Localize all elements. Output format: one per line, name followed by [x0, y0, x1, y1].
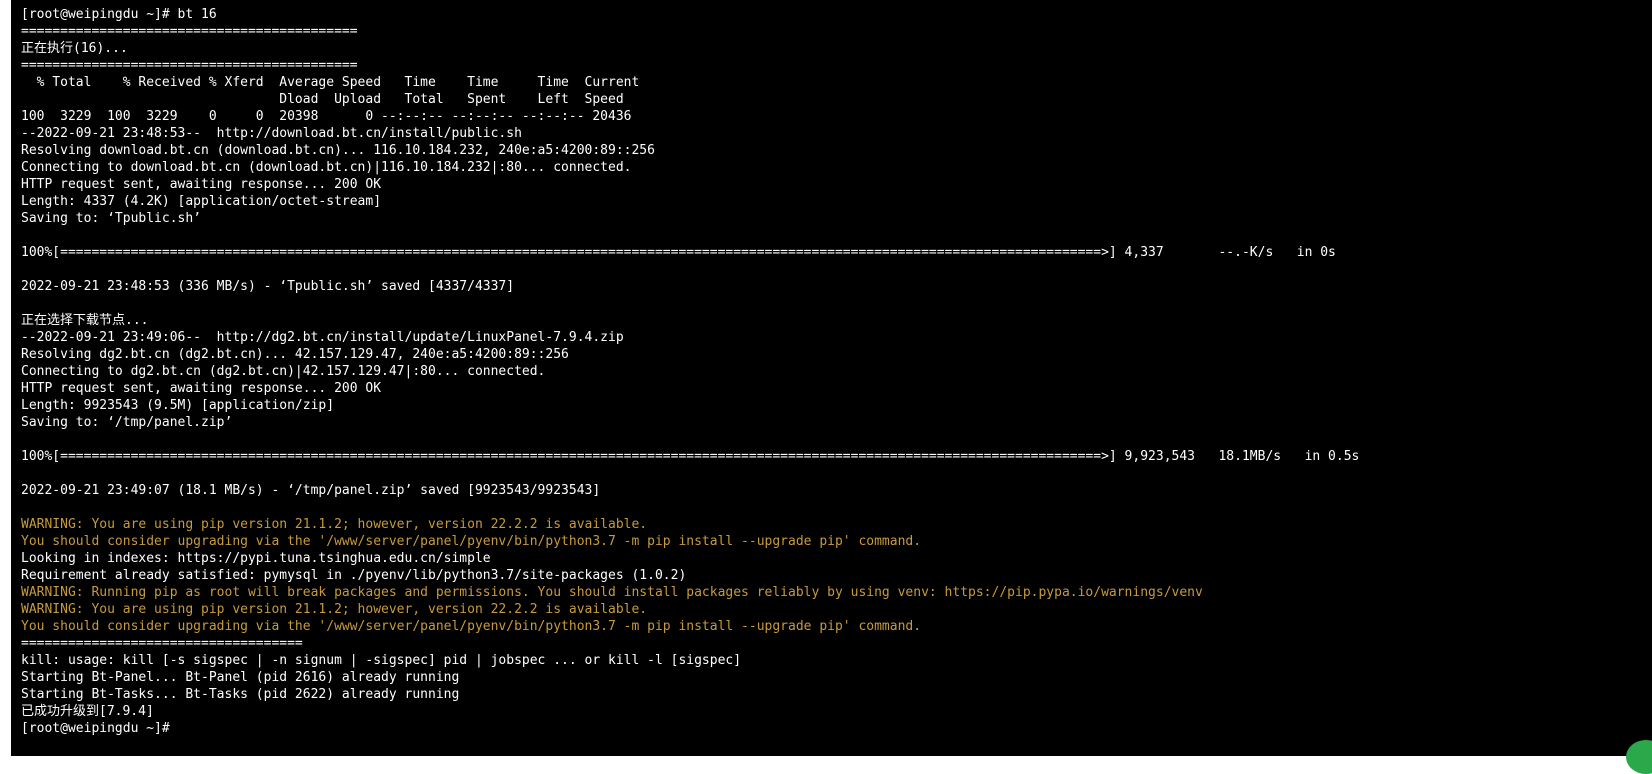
terminal-line: 2022-09-21 23:48:53 (336 MB/s) - ‘Tpubli… [21, 278, 1652, 295]
terminal-window[interactable]: [root@weipingdu ~]# bt 16===============… [11, 0, 1652, 756]
terminal-line: 已成功升级到[7.9.4] [21, 703, 1652, 720]
terminal-line: [root@weipingdu ~]# bt 16 [21, 6, 1652, 23]
terminal-line: Length: 4337 (4.2K) [application/octet-s… [21, 193, 1652, 210]
terminal-line: Resolving dg2.bt.cn (dg2.bt.cn)... 42.15… [21, 346, 1652, 363]
terminal-line [21, 431, 1652, 448]
terminal-output: [root@weipingdu ~]# bt 16===============… [21, 6, 1652, 737]
terminal-line: Starting Bt-Tasks... Bt-Tasks (pid 2622)… [21, 686, 1652, 703]
terminal-line: 正在选择下载节点... [21, 312, 1652, 329]
terminal-line: Resolving download.bt.cn (download.bt.cn… [21, 142, 1652, 159]
terminal-line: Connecting to download.bt.cn (download.b… [21, 159, 1652, 176]
floating-action-icon[interactable] [1626, 740, 1652, 774]
terminal-line: Saving to: ‘Tpublic.sh’ [21, 210, 1652, 227]
terminal-line: Looking in indexes: https://pypi.tuna.ts… [21, 550, 1652, 567]
terminal-line [21, 261, 1652, 278]
terminal-line: 100%[===================================… [21, 244, 1652, 261]
terminal-line: --2022-09-21 23:49:06-- http://dg2.bt.cn… [21, 329, 1652, 346]
terminal-line: 2022-09-21 23:49:07 (18.1 MB/s) - ‘/tmp/… [21, 482, 1652, 499]
terminal-line: Connecting to dg2.bt.cn (dg2.bt.cn)|42.1… [21, 363, 1652, 380]
terminal-line [21, 465, 1652, 482]
terminal-line: 正在执行(16)... [21, 40, 1652, 57]
terminal-line: Requirement already satisfied: pymysql i… [21, 567, 1652, 584]
terminal-line: ==================================== [21, 635, 1652, 652]
terminal-line: Starting Bt-Panel... Bt-Panel (pid 2616)… [21, 669, 1652, 686]
terminal-warning-line: You should consider upgrading via the '/… [21, 533, 1652, 550]
terminal-warning-line: WARNING: You are using pip version 21.1.… [21, 601, 1652, 618]
terminal-line: 100 3229 100 3229 0 0 20398 0 --:--:-- -… [21, 108, 1652, 125]
terminal-line: --2022-09-21 23:48:53-- http://download.… [21, 125, 1652, 142]
terminal-line: kill: usage: kill [-s sigspec | -n signu… [21, 652, 1652, 669]
terminal-warning-line: You should consider upgrading via the '/… [21, 618, 1652, 635]
terminal-line [21, 499, 1652, 516]
terminal-line: Length: 9923543 (9.5M) [application/zip] [21, 397, 1652, 414]
terminal-line [21, 295, 1652, 312]
terminal-line [21, 227, 1652, 244]
terminal-line: % Total % Received % Xferd Average Speed… [21, 74, 1652, 91]
terminal-line: ========================================… [21, 57, 1652, 74]
terminal-line: HTTP request sent, awaiting response... … [21, 176, 1652, 193]
terminal-warning-line: WARNING: You are using pip version 21.1.… [21, 516, 1652, 533]
terminal-line: 100%[===================================… [21, 448, 1652, 465]
terminal-line: Saving to: ‘/tmp/panel.zip’ [21, 414, 1652, 431]
terminal-line: Dload Upload Total Spent Left Speed [21, 91, 1652, 108]
terminal-line: [root@weipingdu ~]# [21, 720, 1652, 737]
terminal-line: ========================================… [21, 23, 1652, 40]
terminal-line: HTTP request sent, awaiting response... … [21, 380, 1652, 397]
terminal-warning-line: WARNING: Running pip as root will break … [21, 584, 1652, 601]
